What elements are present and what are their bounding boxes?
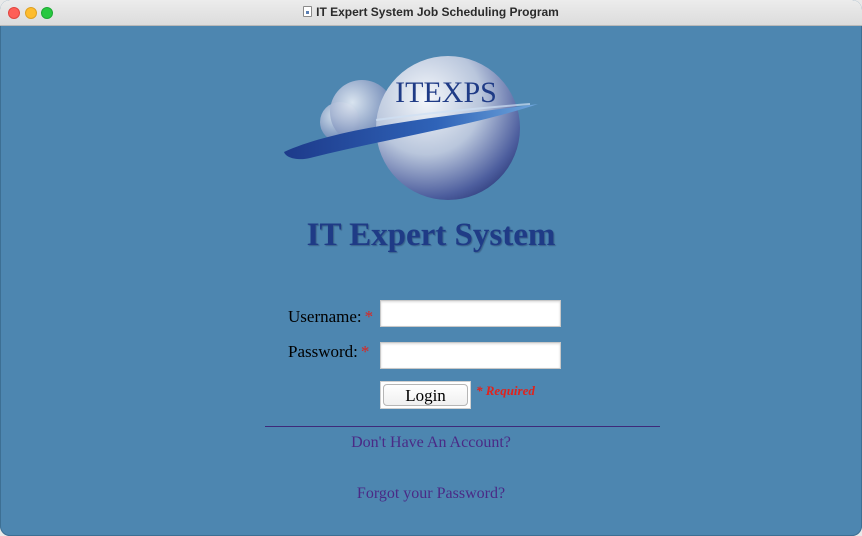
- logo-text: ITEXPS: [395, 76, 497, 109]
- title-bar: IT Expert System Job Scheduling Program: [0, 0, 862, 26]
- login-button-frame: Login: [380, 381, 471, 409]
- itexps-logo: ITEXPS: [284, 56, 538, 200]
- page-title: IT Expert System: [306, 217, 556, 253]
- username-input[interactable]: [380, 300, 561, 327]
- password-required-star: *: [360, 342, 370, 361]
- window-title-container: IT Expert System Job Scheduling Program: [0, 5, 862, 19]
- password-label: Password:: [288, 342, 358, 361]
- password-label-row: Password: *: [288, 342, 369, 362]
- login-button[interactable]: Login: [383, 384, 468, 406]
- username-label-row: Username: *: [288, 307, 373, 327]
- document-icon: [303, 6, 313, 17]
- username-label: Username:: [288, 307, 362, 326]
- app-window: IT Expert System Job Scheduling Program: [0, 0, 862, 536]
- username-required-star: *: [364, 307, 374, 326]
- password-input[interactable]: [380, 342, 561, 369]
- forgot-password-link[interactable]: Forgot your Password?: [0, 485, 862, 503]
- create-account-link[interactable]: Don't Have An Account?: [0, 434, 862, 452]
- login-panel: ITEXPS IT Expert System Username: * Passw…: [0, 26, 862, 536]
- divider: [265, 426, 660, 427]
- required-note: * Required: [476, 383, 535, 398]
- window-title: IT Expert System Job Scheduling Program: [316, 5, 559, 19]
